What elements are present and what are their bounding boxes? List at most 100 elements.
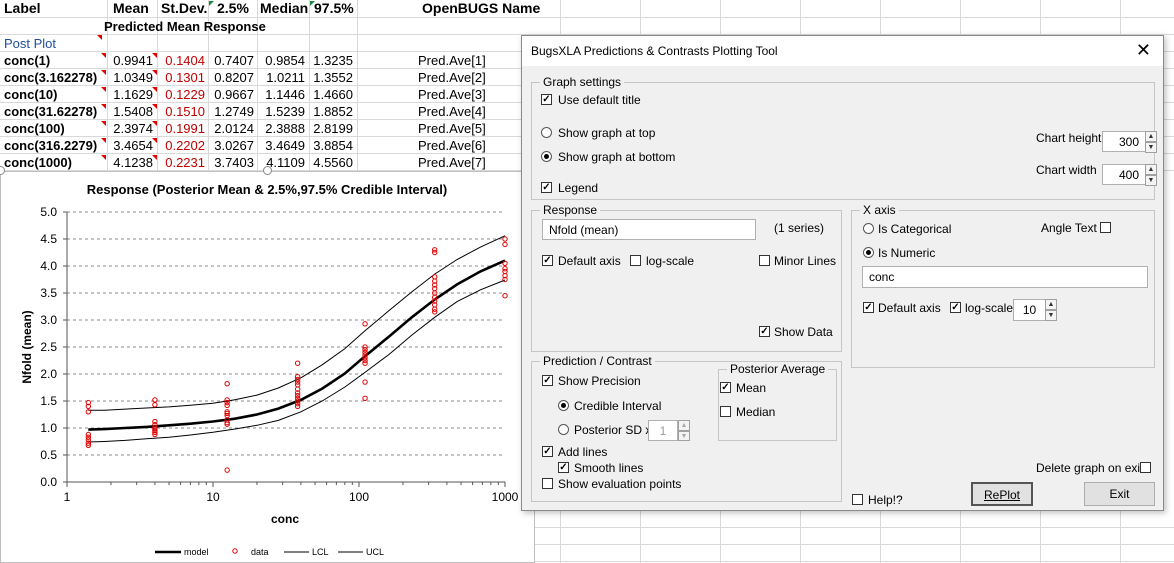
log-base-input[interactable]: 10 — [1013, 299, 1046, 321]
x-log-scale-checkbox[interactable]: ✓ — [950, 302, 961, 313]
median-checkbox[interactable] — [720, 406, 731, 417]
x-default-axis-checkbox[interactable]: ✓ — [863, 302, 874, 313]
header-median[interactable]: Median — [260, 0, 308, 17]
row-stdev[interactable]: 0.1229 — [158, 86, 205, 103]
angle-text-checkbox[interactable] — [1100, 222, 1111, 233]
log-base-down[interactable]: ▼ — [1045, 310, 1057, 321]
is-categorical-radio[interactable] — [863, 223, 874, 234]
posterior-sd-radio[interactable] — [558, 424, 569, 435]
show-top-radio[interactable] — [541, 127, 552, 138]
row-stdev[interactable]: 0.1404 — [158, 52, 205, 69]
row-p975[interactable]: 4.5560 — [309, 154, 353, 171]
row-stdev[interactable]: 0.1991 — [158, 120, 205, 137]
show-eval-points-checkbox[interactable] — [542, 478, 553, 489]
row-openbugs-name[interactable]: Pred.Ave[7] — [418, 154, 488, 171]
row-p975[interactable]: 1.4660 — [309, 86, 353, 103]
show-data-checkbox[interactable]: ✓ — [759, 326, 770, 337]
row-p975[interactable]: 1.3552 — [309, 69, 353, 86]
row-label[interactable]: conc(3.162278) — [4, 69, 104, 86]
post-plot-cell[interactable]: Post Plot — [4, 35, 56, 52]
row-mean[interactable]: 4.1238 — [108, 154, 153, 171]
row-stdev[interactable]: 0.1510 — [158, 103, 205, 120]
row-p975[interactable]: 3.8854 — [309, 137, 353, 154]
header-p975[interactable]: 97.5% — [314, 0, 354, 17]
row-openbugs-name[interactable]: Pred.Ave[6] — [418, 137, 488, 154]
row-p25[interactable]: 1.2749 — [209, 103, 254, 120]
credible-interval-radio[interactable] — [558, 400, 569, 411]
row-openbugs-name[interactable]: Pred.Ave[5] — [418, 120, 488, 137]
row-mean[interactable]: 0.9941 — [108, 52, 153, 69]
row-label[interactable]: conc(31.62278) — [4, 103, 104, 120]
close-icon[interactable]: ✕ — [1136, 41, 1151, 59]
row-openbugs-name[interactable]: Pred.Ave[3] — [418, 86, 488, 103]
log-base-up[interactable]: ▲ — [1045, 299, 1057, 310]
chart-height-down[interactable]: ▼ — [1145, 142, 1157, 153]
row-openbugs-name[interactable]: Pred.Ave[4] — [418, 103, 488, 120]
response-input[interactable]: Nfold (mean) — [542, 219, 756, 240]
row-label[interactable]: conc(10) — [4, 86, 104, 103]
row-stdev[interactable]: 0.1301 — [158, 69, 205, 86]
row-label[interactable]: conc(1000) — [4, 154, 104, 171]
is-numeric-radio[interactable] — [863, 247, 874, 258]
response-log-scale-checkbox[interactable] — [630, 255, 641, 266]
row-median[interactable]: 2.3888 — [258, 120, 305, 137]
use-default-title-checkbox[interactable]: ✓ — [541, 94, 552, 105]
header-label[interactable]: Label — [4, 0, 41, 17]
row-p25[interactable]: 0.7407 — [209, 52, 254, 69]
row-mean[interactable]: 1.0349 — [108, 69, 153, 86]
row-p975[interactable]: 2.8199 — [309, 120, 353, 137]
resize-handle[interactable] — [263, 166, 272, 175]
sd-multiplier-down[interactable]: ▼ — [678, 431, 690, 441]
minor-lines-checkbox[interactable] — [759, 255, 770, 266]
row-stdev[interactable]: 0.2231 — [158, 154, 205, 171]
row-mean[interactable]: 3.4654 — [108, 137, 153, 154]
show-bottom-radio[interactable] — [541, 151, 552, 162]
legend-checkbox[interactable]: ✓ — [541, 182, 552, 193]
subheader-predicted[interactable]: Predicted Mean Response — [104, 18, 266, 35]
header-openbugs-name[interactable]: OpenBUGS Name — [422, 0, 540, 17]
row-p25[interactable]: 0.8207 — [209, 69, 254, 86]
help-checkbox[interactable] — [852, 494, 863, 505]
sd-multiplier-up[interactable]: ▲ — [678, 420, 690, 431]
chart-width-up[interactable]: ▲ — [1145, 164, 1157, 175]
row-p25[interactable]: 2.0124 — [209, 120, 254, 137]
row-openbugs-name[interactable]: Pred.Ave[1] — [418, 52, 488, 69]
add-lines-checkbox[interactable]: ✓ — [542, 446, 553, 457]
chart-width-down[interactable]: ▼ — [1145, 175, 1157, 186]
replot-button[interactable]: RePlot — [971, 482, 1033, 506]
row-p975[interactable]: 1.3235 — [309, 52, 353, 69]
row-p975[interactable]: 1.8852 — [309, 103, 353, 120]
chart-width-input[interactable]: 400 — [1102, 164, 1146, 185]
header-stdev[interactable]: St.Dev. — [161, 0, 207, 17]
row-mean[interactable]: 1.5408 — [108, 103, 153, 120]
chart-height-input[interactable]: 300 — [1102, 131, 1146, 152]
row-p25[interactable]: 0.9667 — [209, 86, 254, 103]
row-median[interactable]: 3.4649 — [258, 137, 305, 154]
mean-checkbox[interactable]: ✓ — [720, 382, 731, 393]
delete-on-exit-checkbox[interactable] — [1140, 462, 1151, 473]
row-median[interactable]: 0.9854 — [258, 52, 305, 69]
plotting-tool-dialog[interactable]: BugsXLA Predictions & Contrasts Plotting… — [521, 35, 1164, 511]
row-openbugs-name[interactable]: Pred.Ave[2] — [418, 69, 488, 86]
row-stdev[interactable]: 0.2202 — [158, 137, 205, 154]
row-mean[interactable]: 1.1629 — [108, 86, 153, 103]
row-label[interactable]: conc(100) — [4, 120, 104, 137]
title-bar[interactable]: BugsXLA Predictions & Contrasts Plotting… — [522, 36, 1163, 66]
header-p25[interactable]: 2.5% — [217, 0, 249, 17]
row-median[interactable]: 1.0211 — [258, 69, 305, 86]
show-precision-checkbox[interactable]: ✓ — [542, 375, 553, 386]
chart-height-up[interactable]: ▲ — [1145, 131, 1157, 142]
row-p25[interactable]: 3.7403 — [209, 154, 254, 171]
row-median[interactable]: 1.1446 — [258, 86, 305, 103]
row-mean[interactable]: 2.3974 — [108, 120, 153, 137]
exit-button[interactable]: Exit — [1084, 482, 1155, 506]
x-variable-input[interactable]: conc — [862, 266, 1148, 288]
chart[interactable]: Response (Posterior Mean & 2.5%,97.5% Cr… — [0, 171, 535, 563]
sd-multiplier-input[interactable]: 1 — [648, 420, 678, 441]
row-label[interactable]: conc(1) — [4, 52, 104, 69]
smooth-lines-checkbox[interactable]: ✓ — [558, 462, 569, 473]
header-mean[interactable]: Mean — [113, 0, 149, 17]
row-p25[interactable]: 3.0267 — [209, 137, 254, 154]
row-label[interactable]: conc(316.2279) — [4, 137, 104, 154]
response-default-axis-checkbox[interactable]: ✓ — [542, 255, 553, 266]
